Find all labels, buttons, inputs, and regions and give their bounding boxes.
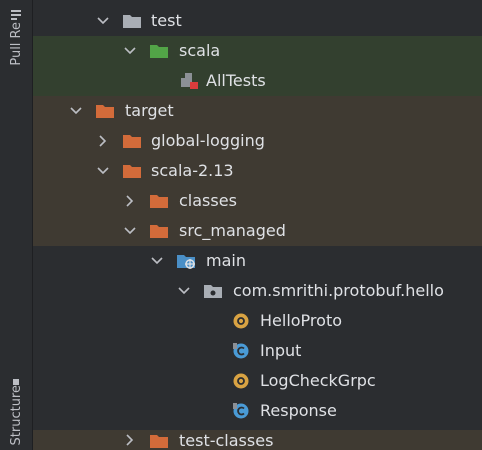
tree-row-logcheckgrpc[interactable]: LogCheckGrpc [33,366,482,396]
test-folder-icon [150,45,168,58]
chevron-down-icon[interactable] [176,283,192,299]
tree-row-scala[interactable]: scala [33,36,482,66]
tree-node-label: scala-2.13 [151,161,234,180]
tree-row-classes[interactable]: classes [33,186,482,216]
chevron-down-icon[interactable] [68,103,84,119]
tree-node-label: AllTests [206,71,266,90]
chevron-right-icon[interactable] [122,432,138,448]
excluded-folder-icon [150,435,168,448]
structure-tab[interactable]: Structure [4,362,28,450]
tool-window-strip: Pull Re Structure [0,0,33,450]
chevron-down-icon[interactable] [122,223,138,239]
tree-row-target[interactable]: target [33,96,482,126]
tree-row-src-managed[interactable]: src_managed [33,216,482,246]
tree-node-label: LogCheckGrpc [260,371,376,390]
scala-object-icon [233,373,249,389]
tree-node-label: test-classes [179,431,274,450]
excluded-folder-icon [150,225,168,238]
excluded-folder-icon [123,165,141,178]
test-config-icon [181,73,198,89]
pull-requests-tab-label: Pull Re [8,22,24,66]
excluded-folder-icon [96,105,114,118]
chevron-right-icon[interactable] [95,133,111,149]
pull-requests-tab[interactable]: Pull Re [4,0,28,70]
tree-row-package[interactable]: com.smrithi.protobuf.hello [33,276,482,306]
tree-node-label: classes [179,191,237,210]
tree-node-label: main [206,251,246,270]
excluded-folder-icon [123,135,141,148]
chevron-down-icon[interactable] [95,13,111,29]
tree-row-main[interactable]: main [33,246,482,276]
tree-row-global-logging[interactable]: global-logging [33,126,482,156]
tree-node-label: com.smrithi.protobuf.hello [233,281,444,300]
tree-row-alltests[interactable]: AllTests [33,66,482,96]
chevron-down-icon[interactable] [122,43,138,59]
tree-node-label: target [125,101,174,120]
scala-class-icon [233,403,249,419]
tree-node-label: HelloProto [260,311,342,330]
tree-row-input[interactable]: Input [33,336,482,366]
project-tree: test scala AllTests target global-loggin… [33,0,482,450]
package-icon [204,285,222,298]
generated-source-folder-icon [177,255,195,269]
tree-node-label: global-logging [151,131,265,150]
chevron-down-icon[interactable] [95,163,111,179]
tree-row-test[interactable]: test [33,6,482,36]
tree-node-label: scala [179,41,221,60]
structure-icon [13,378,19,385]
tree-node-label: src_managed [179,221,286,240]
chevron-right-icon[interactable] [122,193,138,209]
folder-icon [123,15,141,28]
tree-node-label: Input [260,341,302,360]
tree-node-label: test [151,11,182,30]
pull-request-icon [11,10,21,21]
chevron-down-icon[interactable] [149,253,165,269]
tree-row-test-classes[interactable]: test-classes [33,430,482,450]
structure-tab-label: Structure [8,384,24,446]
scala-class-icon [233,343,249,359]
tree-node-label: Response [260,401,337,420]
tree-row-helloproto[interactable]: HelloProto [33,306,482,336]
tree-row-scala-2-13[interactable]: scala-2.13 [33,156,482,186]
tree-row-response[interactable]: Response [33,396,482,426]
scala-object-icon [233,313,249,329]
excluded-folder-icon [150,195,168,208]
